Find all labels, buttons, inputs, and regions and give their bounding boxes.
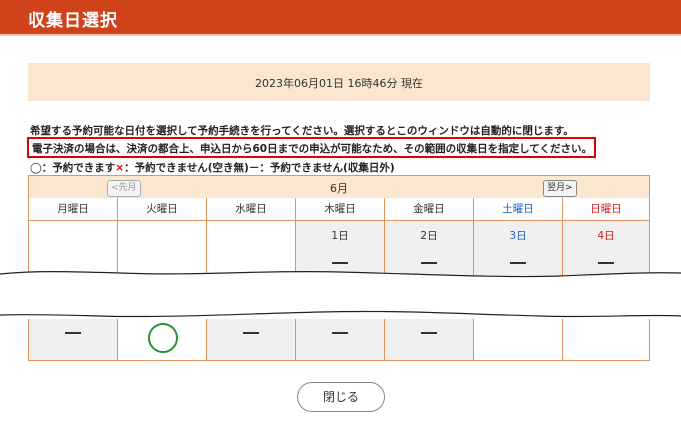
legend-outside: －：予約できません(収集日外) [248, 162, 395, 174]
date-number: 4日 [597, 230, 615, 242]
weekday-sat: 土曜日 [473, 198, 563, 221]
notice-box: 電子決済の場合は、決済の都合上、申込日から60日までの申込が可能なため、その範囲… [27, 137, 596, 158]
unavailable-dash-icon [510, 262, 526, 264]
day-cell-unavailable [206, 319, 296, 361]
legend-cross-icon: × [115, 162, 125, 174]
notice-text: 電子決済の場合は、決済の都合上、申込日から60日までの申込が可能なため、その範囲… [32, 143, 592, 155]
legend-available: ◯：予約できます [30, 162, 116, 174]
weekday-wed: 水曜日 [206, 198, 296, 221]
datetime-panel: 2023年06月01日 16時46分 現在 [28, 63, 650, 101]
day-cell-unavailable [28, 319, 118, 361]
current-datetime: 2023年06月01日 16時46分 現在 [255, 77, 423, 90]
page-title: 収集日選択 [28, 11, 118, 31]
day-cell-unavailable [295, 319, 385, 361]
legend-unavailable: ：予約できません(空き無) [124, 162, 249, 174]
unavailable-dash-icon [332, 332, 348, 334]
close-button[interactable]: 閉じる [297, 382, 385, 412]
day-cell-available[interactable] [117, 319, 207, 361]
calendar: <先月 6月 翌月> 月曜日 火曜日 水曜日 木曜日 金曜日 土曜日 日曜日 1… [28, 175, 650, 361]
torn-edge-gap [0, 270, 681, 318]
unavailable-dash-icon [243, 332, 259, 334]
date-number: 3日 [509, 230, 527, 242]
day-cell-unavailable [384, 319, 474, 361]
month-bar: <先月 6月 翌月> [28, 175, 650, 199]
next-month-button[interactable]: 翌月> [543, 180, 577, 197]
header-bar: 収集日選択 [0, 0, 681, 34]
weekday-sun: 日曜日 [562, 198, 650, 221]
weekday-mon: 月曜日 [28, 198, 118, 221]
unavailable-dash-icon [421, 332, 437, 334]
weekday-fri: 金曜日 [384, 198, 474, 221]
weekday-tue: 火曜日 [117, 198, 207, 221]
unavailable-dash-icon [421, 262, 437, 264]
unavailable-dash-icon [332, 262, 348, 264]
unavailable-dash-icon [65, 332, 81, 334]
available-circle-icon[interactable] [148, 323, 178, 353]
legend: ◯：予約できます×：予約できません(空き無)－：予約できません(収集日外) [30, 160, 395, 175]
day-cell-empty [473, 319, 563, 361]
unavailable-dash-icon [598, 262, 614, 264]
date-number: 2日 [420, 230, 438, 242]
instruction-text: 希望する予約可能な日付を選択して予約手続きを行ってください。選択するとこのウィン… [30, 125, 574, 137]
day-cell-empty [562, 319, 650, 361]
weekday-thu: 木曜日 [295, 198, 385, 221]
date-number: 1日 [331, 230, 349, 242]
header-divider [0, 34, 681, 36]
